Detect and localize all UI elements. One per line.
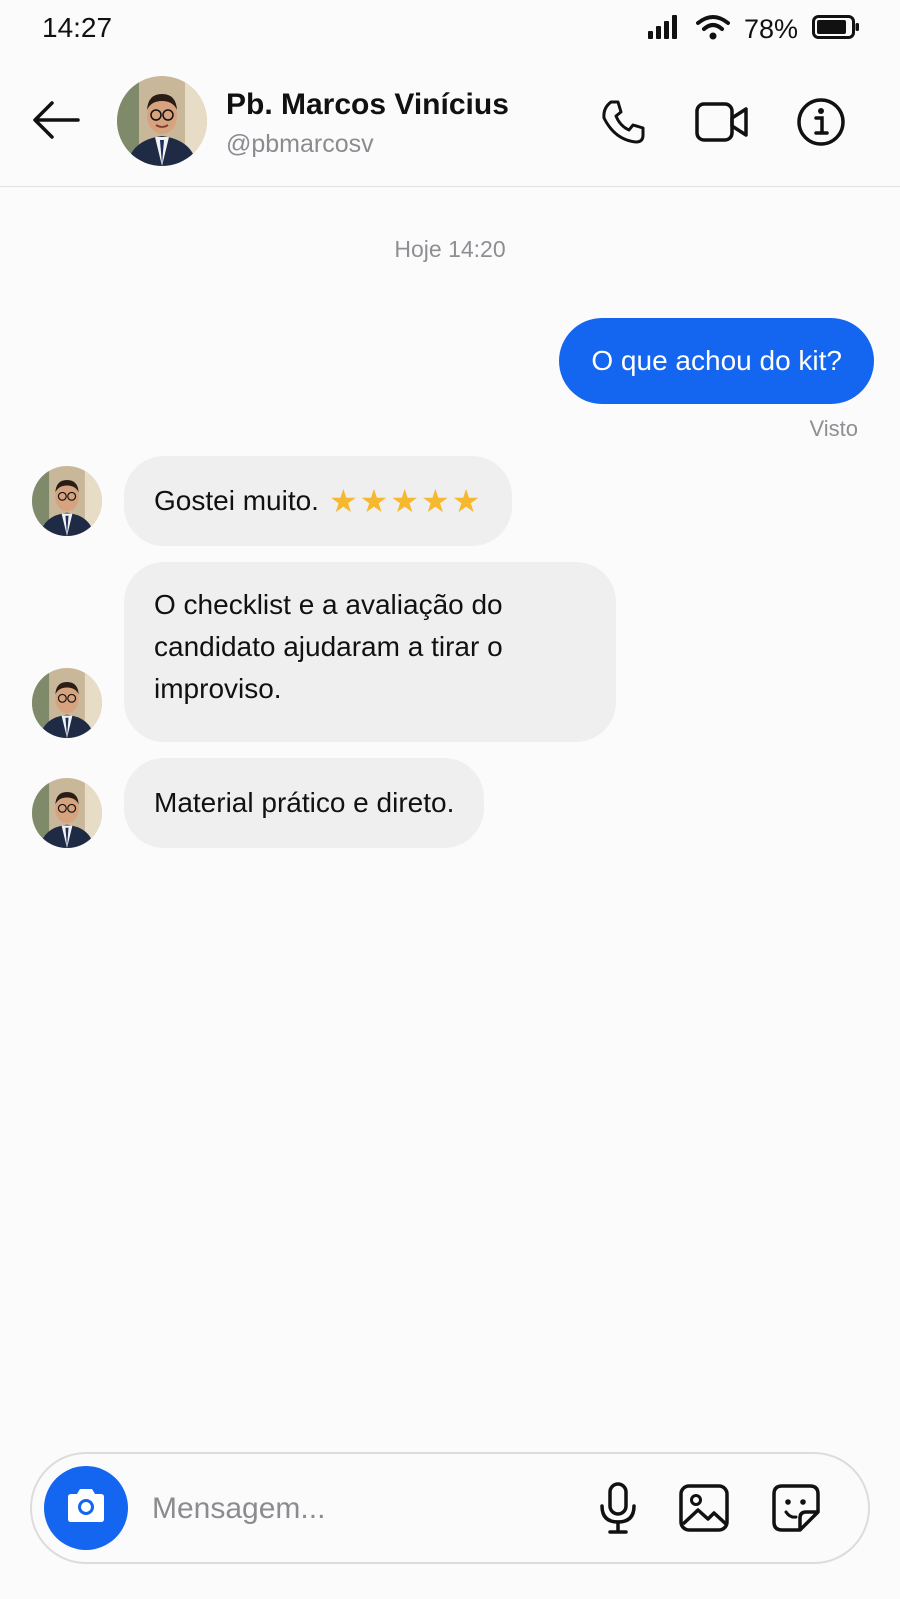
message-line: O checklist e a avaliação do xyxy=(154,589,503,620)
status-time: 14:27 xyxy=(42,12,113,43)
camera-icon xyxy=(64,1487,108,1530)
status-bar: 14:27 78% xyxy=(0,0,900,60)
star-rating: ★★★★★ xyxy=(328,483,483,519)
message-text: Material prático e direto. xyxy=(154,787,455,818)
contact-name[interactable]: Pb. Marcos Vinícius xyxy=(226,88,509,122)
seen-status: Visto xyxy=(809,416,858,441)
image-icon xyxy=(676,1484,732,1540)
message-line: candidato ajudaram a tirar o xyxy=(154,631,503,662)
incoming-message[interactable]: O checklist e a avaliação do candidato a… xyxy=(124,562,616,742)
sender-avatar[interactable] xyxy=(32,668,102,738)
camera-button[interactable] xyxy=(44,1466,128,1550)
incoming-message[interactable]: Gostei muito. ★★★★★ xyxy=(124,456,513,546)
video-camera-icon xyxy=(694,102,750,152)
contact-handle: @pbmarcosv xyxy=(226,130,374,158)
contact-avatar[interactable] xyxy=(117,76,207,166)
voice-message-button[interactable] xyxy=(590,1480,646,1536)
back-button[interactable] xyxy=(30,98,82,142)
incoming-message[interactable]: Material prático e direto. xyxy=(124,758,485,848)
sender-avatar[interactable] xyxy=(32,778,102,848)
sticker-button[interactable] xyxy=(768,1480,824,1536)
message-composer xyxy=(30,1452,870,1564)
video-call-button[interactable] xyxy=(694,96,748,148)
microphone-icon xyxy=(590,1482,646,1540)
signal-icon xyxy=(647,14,682,44)
battery-percent: 78% xyxy=(743,13,798,44)
phone-icon xyxy=(597,100,649,152)
chat-header: Pb. Marcos Vinícius @pbmarcosv xyxy=(0,60,900,187)
outgoing-message[interactable]: O que achou do kit? xyxy=(559,318,874,404)
date-separator: Hoje 14:20 xyxy=(394,236,506,262)
message-text: Gostei muito. xyxy=(154,485,319,516)
message-input[interactable] xyxy=(150,1478,574,1540)
battery-icon xyxy=(812,14,860,45)
sticker-icon xyxy=(768,1484,824,1540)
info-button[interactable] xyxy=(795,96,847,148)
gallery-button[interactable] xyxy=(676,1480,732,1536)
message-line: improviso. xyxy=(154,673,282,704)
info-icon xyxy=(795,98,847,152)
back-arrow-icon xyxy=(30,101,82,146)
call-button[interactable] xyxy=(597,96,649,148)
status-indicators: 78% xyxy=(647,13,860,45)
sender-avatar[interactable] xyxy=(32,466,102,536)
wifi-icon xyxy=(695,14,730,45)
message-text: O que achou do kit? xyxy=(591,345,842,376)
